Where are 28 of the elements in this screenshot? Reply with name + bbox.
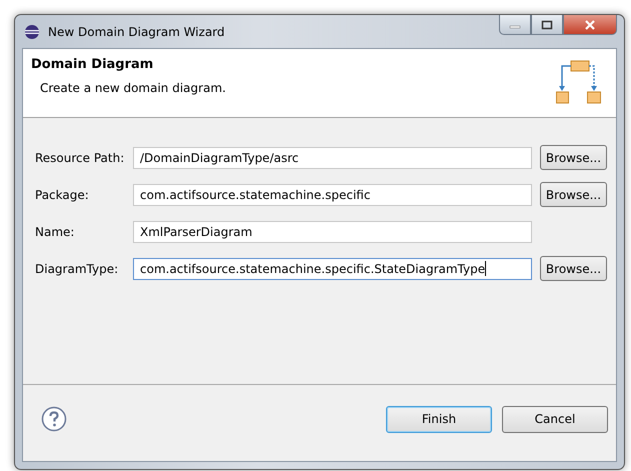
cancel-button[interactable]: Cancel <box>502 406 608 432</box>
field-label: DiagramType: <box>35 262 120 276</box>
finish-button[interactable]: Finish <box>386 406 492 432</box>
page-description: Create a new domain diagram. <box>39 81 226 95</box>
help-icon[interactable] <box>41 406 67 432</box>
field-label: Package: <box>35 188 90 202</box>
browse-button[interactable]: Browse... <box>540 145 607 170</box>
text-field[interactable]: com.actifsource.statemachine.specific.StateDiagramType <box>133 258 532 280</box>
diagram-icon <box>556 59 602 105</box>
browse-button[interactable]: Browse... <box>540 256 607 281</box>
field-value: com.actifsource.statemachine.specific.StateDiagramType <box>140 262 486 276</box>
text-field[interactable]: com.actifsource.statemachine.specific <box>133 184 532 206</box>
field-label: Resource Path: <box>35 150 126 164</box>
window-title: New Domain Diagram Wizard <box>48 24 225 38</box>
text-field[interactable]: /DomainDiagramType/asrc <box>133 146 532 168</box>
browse-button[interactable]: Browse... <box>540 182 607 207</box>
field-value: XmlParserDiagram <box>140 224 252 238</box>
close-button[interactable] <box>563 15 617 35</box>
page-title: Domain Diagram <box>31 57 154 72</box>
minimize-button[interactable] <box>499 15 531 35</box>
sphere-icon <box>24 24 40 40</box>
field-value: com.actifsource.statemachine.specific <box>140 188 370 202</box>
field-label: Name: <box>35 224 76 238</box>
close-icon <box>584 20 596 30</box>
maximize-button[interactable] <box>531 15 563 35</box>
field-value: /DomainDiagramType/asrc <box>140 150 299 164</box>
maximize-icon <box>541 20 553 30</box>
text-field[interactable]: XmlParserDiagram <box>133 220 532 242</box>
